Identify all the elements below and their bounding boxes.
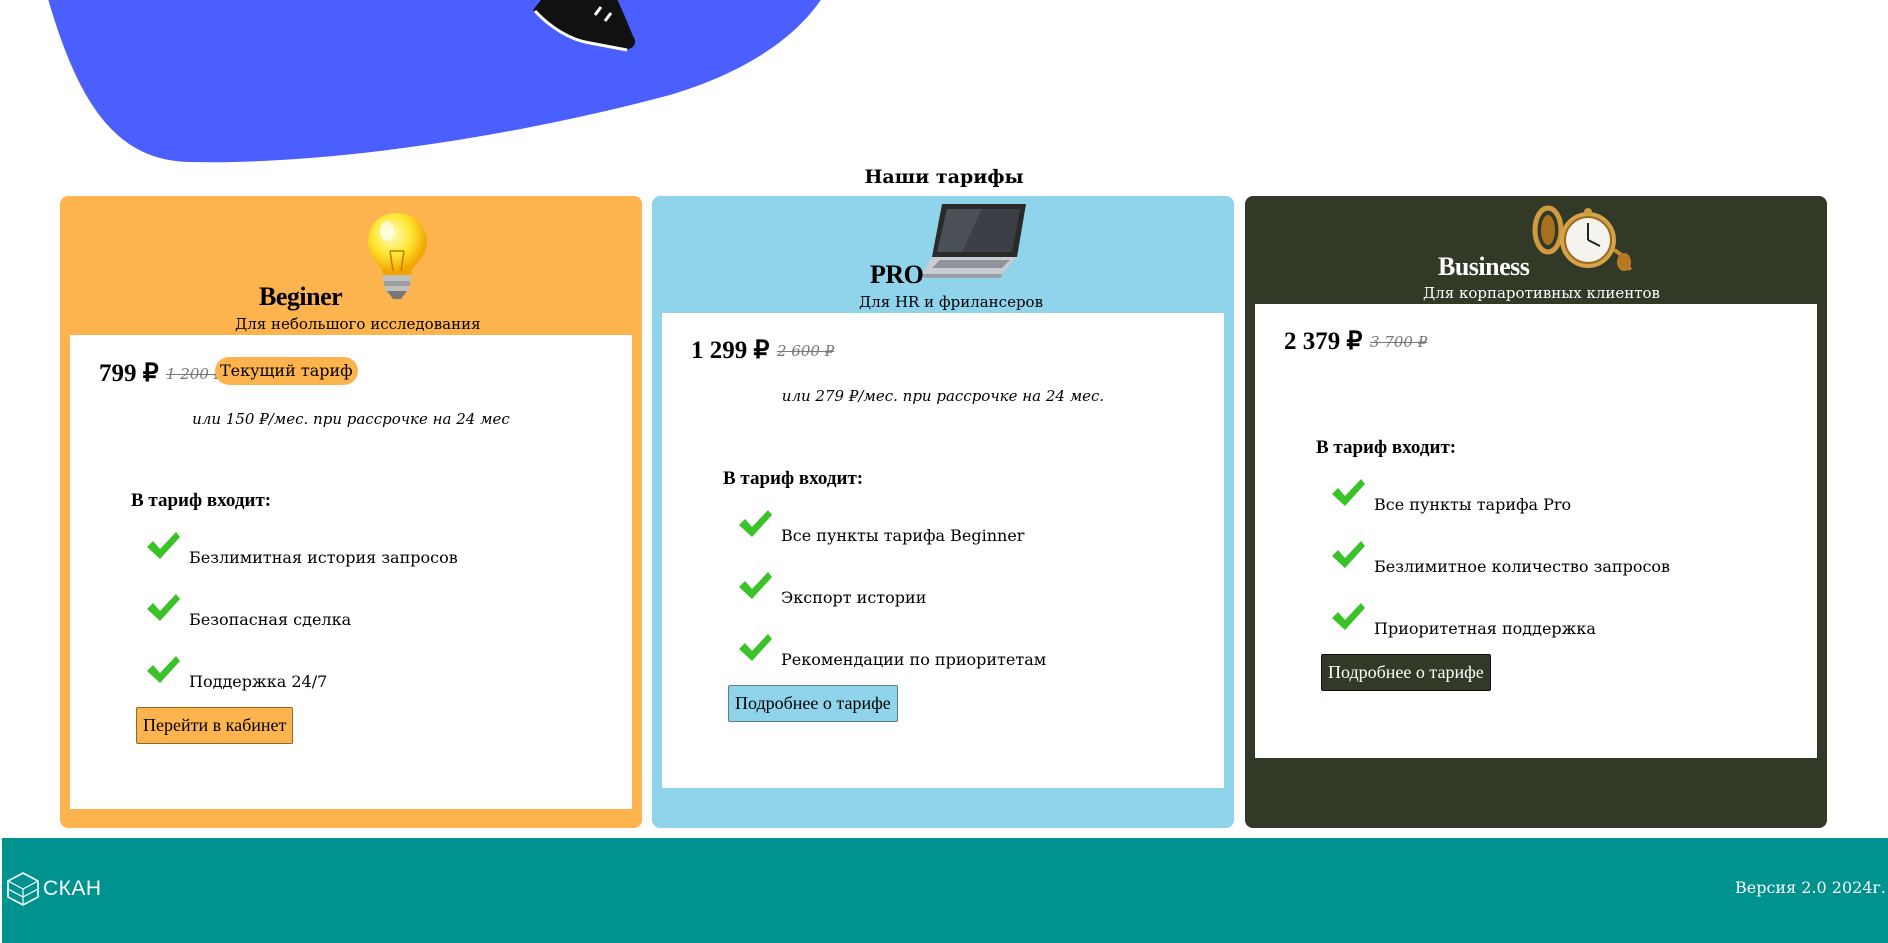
laptop-icon	[922, 204, 1026, 278]
plan-price: 2 379 ₽	[1284, 328, 1363, 355]
installment-text: или 279 ₽/мес. при рассрочке на 24 мес.	[781, 387, 1105, 405]
plan-name: Business	[1438, 252, 1530, 281]
plan-details-panel: 1 299 ₽ 2 600 ₽ или 279 ₽/мес. при расср…	[662, 313, 1224, 788]
feature-text: Приоритетная поддержка	[1374, 619, 1596, 638]
plan-details-button[interactable]: Подробнее о тарифе	[728, 685, 898, 722]
feature-text: Поддержка 24/7	[189, 672, 328, 691]
plan-card-pro: PRO Для HR и фрилансеров 1 299 ₽ 2 600 ₽…	[652, 196, 1234, 828]
pocket-watch-icon	[1532, 205, 1632, 271]
plan-subtitle: Для HR и фрилансеров	[859, 293, 1044, 311]
plan-details-button[interactable]: Подробнее о тарифе	[1321, 654, 1491, 691]
plan-old-price: 3 700 ₽	[1370, 333, 1428, 351]
plan-subtitle: Для небольшого исследования	[235, 315, 481, 333]
plan-name: PRO	[870, 260, 924, 289]
footer-logo-text: СКАН	[43, 877, 102, 900]
feature-text: Безопасная сделка	[189, 610, 352, 629]
checkmark-icon	[147, 594, 180, 621]
includes-title: В тариф входит:	[1316, 437, 1457, 458]
installment-text: или 150 ₽/мес. при рассрочке на 24 мес	[192, 410, 510, 428]
checkmark-icon	[1332, 479, 1365, 506]
plan-subtitle: Для корпаротивных клиентов	[1423, 284, 1660, 302]
plan-price: 1 299 ₽	[691, 337, 770, 364]
feature-text: Все пункты тарифа Pro	[1374, 495, 1572, 514]
feature-text: Безлимитное количество запросов	[1374, 557, 1671, 576]
checkmark-icon	[147, 656, 180, 683]
plan-card-business: Business Для корпаротивных клиентов 2 37…	[1245, 196, 1827, 828]
plan-card-beginer: Beginer Для небольшого исследования 799 …	[60, 196, 642, 828]
includes-title: В тариф входит:	[131, 490, 272, 511]
go-to-cabinet-button[interactable]: Перейти в кабинет	[136, 707, 294, 744]
checkmark-icon	[739, 510, 772, 537]
scan-logo-icon	[7, 872, 39, 906]
plan-name: Beginer	[259, 282, 343, 311]
includes-title: В тариф входит:	[723, 468, 864, 489]
feature-text: Рекомендации по приоритетам	[781, 650, 1047, 669]
feature-text: Все пункты тарифа Beginner	[781, 526, 1025, 545]
checkmark-icon	[1332, 541, 1365, 568]
tariffs-section-title: Наши тарифы	[864, 166, 1024, 188]
current-plan-badge: Текущий тариф	[215, 357, 358, 385]
shoe-illustration	[533, 0, 636, 52]
plan-details-panel: 2 379 ₽ 3 700 ₽ В тариф входит: Все пунк…	[1255, 304, 1817, 758]
feature-text: Безлимитная история запросов	[189, 548, 458, 567]
plan-price: 799 ₽	[99, 360, 159, 387]
lightbulb-icon	[368, 213, 427, 299]
footer-logo[interactable]: СКАН	[6, 871, 102, 907]
checkmark-icon	[739, 634, 772, 661]
checkmark-icon	[147, 532, 180, 559]
feature-text: Экспорт истории	[781, 588, 927, 607]
checkmark-icon	[739, 572, 772, 599]
plan-old-price: 2 600 ₽	[777, 342, 835, 360]
version-text: Версия 2.0 2024г.	[1735, 878, 1886, 897]
checkmark-icon	[1332, 603, 1365, 630]
plan-details-panel: 799 ₽ 1 200 ₽ Текущий тариф или 150 ₽/ме…	[70, 335, 632, 809]
hero-blob-illustration	[48, 0, 821, 163]
footer: СКАН Версия 2.0 2024г.	[2, 838, 1888, 943]
